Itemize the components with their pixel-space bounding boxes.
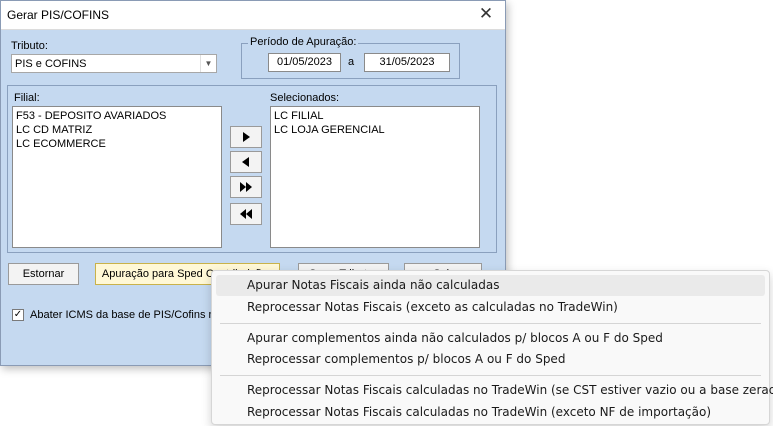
selecionados-label: Selecionados: [270,92,340,104]
list-item[interactable]: LC FILIAL [274,109,476,123]
arrow-left-icon [242,157,249,167]
double-arrow-right-icon [240,182,252,192]
filial-label: Filial: [14,92,40,104]
estornar-button[interactable]: Estornar [8,263,79,285]
date-separator: a [348,56,355,68]
list-item[interactable]: LC CD MATRIZ [16,123,218,137]
apuracao-context-menu: Apurar Notas Fiscais ainda não calculada… [211,270,773,425]
filial-groupbox: Filial: F53 - DEPOSITO AVARIADOS LC CD M… [7,85,497,253]
date-from-input[interactable]: 01/05/2023 [268,53,341,72]
periodo-groupbox: Período de Apuração: 01/05/2023 a 31/05/… [241,36,460,79]
menu-item-reprocessar-tradewin-cst[interactable]: Reprocessar Notas Fiscais calculadas no … [216,380,773,401]
date-to-input[interactable]: 31/05/2023 [364,53,450,72]
arrow-right-icon [243,132,250,142]
remove-all-button[interactable] [230,203,262,225]
title-bar: Gerar PIS/COFINS ✕ [1,1,505,30]
menu-item-reprocessar-tradewin-importacao[interactable]: Reprocessar Notas Fiscais calculadas no … [216,402,765,423]
chevron-down-icon[interactable]: ▼ [200,55,216,72]
add-all-button[interactable] [230,176,262,198]
list-item[interactable]: LC LOJA GERENCIAL [274,123,476,137]
add-selected-button[interactable] [230,126,262,148]
tributo-label: Tributo: [11,40,48,52]
close-button[interactable]: ✕ [473,3,499,25]
periodo-label: Período de Apuração: [248,36,359,48]
double-arrow-left-icon [240,209,252,219]
selecionados-list[interactable]: LC FILIAL LC LOJA GERENCIAL [270,106,480,248]
tributo-select[interactable]: PIS e COFINS ▼ [11,54,217,73]
remove-selected-button[interactable] [230,151,262,173]
filial-list[interactable]: F53 - DEPOSITO AVARIADOS LC CD MATRIZ LC… [12,106,222,248]
menu-separator [220,375,761,376]
dialog-title: Gerar PIS/COFINS [7,8,110,22]
menu-item-apurar-complementos[interactable]: Apurar complementos ainda não calculados… [216,328,765,349]
menu-item-reprocessar-nf[interactable]: Reprocessar Notas Fiscais (exceto as cal… [216,297,765,318]
list-item[interactable]: F53 - DEPOSITO AVARIADOS [16,109,218,123]
menu-item-apurar-nf[interactable]: Apurar Notas Fiscais ainda não calculada… [216,275,765,296]
menu-item-reprocessar-complementos[interactable]: Reprocessar complementos p/ blocos A ou … [216,349,765,370]
menu-separator [220,323,761,324]
tributo-value: PIS e COFINS [15,58,87,70]
abater-icms-checkbox[interactable]: ✓ [12,309,24,321]
list-item[interactable]: LC ECOMMERCE [16,137,218,151]
